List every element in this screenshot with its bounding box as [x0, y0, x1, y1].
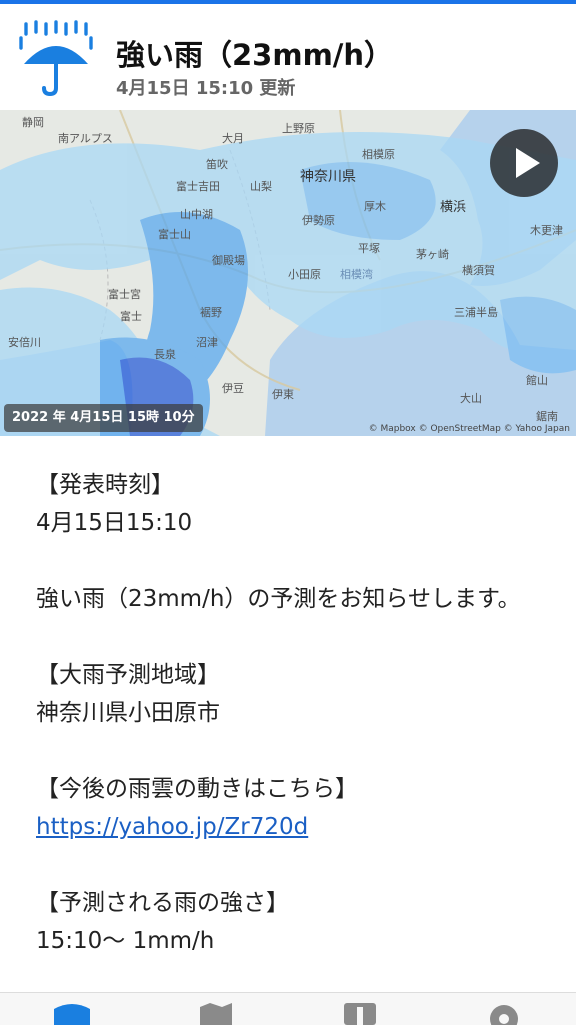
issued-heading: 【発表時刻】 — [36, 472, 174, 498]
map-label: 山梨 — [250, 180, 272, 193]
map-label: 裾野 — [200, 306, 222, 319]
alert-header: 強い雨（23mm/h） 4月15日 15:10 更新 — [0, 4, 576, 110]
rain-radar-map[interactable]: 静岡 南アルプス 大月 上野原 相模原 富士吉田 笛吹 山梨 神奈川県 厚木 横… — [0, 110, 576, 436]
map-label: 横須賀 — [462, 264, 495, 277]
map-sea-label: 相模湾 — [340, 268, 373, 281]
map-label: 御殿場 — [212, 254, 245, 267]
link-section: 【今後の雨雲の動きはこちら】 https://yahoo.jp/Zr720d — [36, 770, 556, 846]
map-region-label: 神奈川県 — [300, 169, 356, 185]
alert-message: 【発表時刻】 4月15日15:10 強い雨（23mm/h）の予測をお知らせします… — [36, 466, 556, 998]
map-label: 南アルプス — [58, 132, 113, 145]
map-label: 三浦半島 — [454, 306, 498, 319]
map-label: 平塚 — [358, 242, 380, 255]
map-label: 伊豆 — [222, 382, 244, 395]
issued-section: 【発表時刻】 4月15日15:10 — [36, 466, 556, 542]
bottom-tab-bar — [0, 992, 576, 1025]
link-heading: 【今後の雨雲の動きはこちら】 — [36, 776, 358, 802]
updated-time: 4月15日 15:10 更新 — [116, 78, 296, 99]
region-name: 神奈川県小田原市 — [36, 700, 220, 726]
map-label: 木更津 — [530, 224, 563, 237]
play-icon — [516, 148, 540, 178]
map-label: 沼津 — [196, 336, 218, 349]
content-fade — [0, 960, 576, 996]
map-label: 長泉 — [154, 348, 176, 361]
map-label: 大山 — [460, 392, 482, 405]
alert-body: 強い雨（23mm/h）の予測をお知らせします。 — [36, 586, 521, 612]
tab-radar-icon[interactable] — [52, 1001, 92, 1025]
forecast-line: 15:10～ 1mm/h — [36, 928, 215, 954]
region-heading: 【大雨予測地域】 — [36, 662, 220, 688]
tab-map-icon[interactable] — [196, 1001, 236, 1025]
radar-timestamp: 2022 年 4月15日 15時 10分 — [4, 404, 203, 432]
forecast-heading: 【予測される雨の強さ】 — [36, 890, 289, 916]
map-label: 鋸南 — [536, 410, 558, 423]
map-label: 上野原 — [282, 122, 315, 135]
alert-title: 強い雨（23mm/h） — [116, 38, 394, 72]
map-label: 大月 — [222, 132, 244, 145]
map-label: 茅ヶ崎 — [416, 248, 449, 261]
map-label: 笛吹 — [206, 158, 228, 171]
map-label: 厚木 — [364, 200, 386, 213]
tab-settings-gear-icon[interactable] — [484, 1001, 524, 1025]
rain-cloud-link[interactable]: https://yahoo.jp/Zr720d — [36, 814, 308, 840]
play-button[interactable] — [490, 129, 558, 197]
map-attribution[interactable]: © Mapbox © OpenStreetMap © Yahoo Japan — [369, 424, 570, 434]
tab-add-location-icon[interactable] — [340, 1001, 380, 1025]
map-label: 伊勢原 — [302, 214, 335, 227]
map-label: 富士 — [120, 310, 142, 323]
map-label: 山中湖 — [180, 208, 213, 221]
map-label: 小田原 — [288, 268, 321, 281]
map-city-label: 横浜 — [440, 200, 467, 215]
map-label: 富士宮 — [108, 288, 141, 301]
map-label: 相模原 — [362, 148, 395, 161]
umbrella-rain-icon — [19, 20, 93, 97]
map-label: 館山 — [526, 374, 548, 387]
region-section: 【大雨予測地域】 神奈川県小田原市 — [36, 656, 556, 732]
map-label: 富士山 — [158, 228, 191, 241]
map-label: 安倍川 — [8, 336, 41, 349]
forecast-section: 【予測される雨の強さ】 15:10～ 1mm/h — [36, 884, 556, 960]
issued-time: 4月15日15:10 — [36, 510, 193, 536]
map-label: 伊東 — [272, 388, 294, 401]
map-label: 静岡 — [22, 116, 44, 129]
map-label: 富士吉田 — [176, 180, 220, 193]
